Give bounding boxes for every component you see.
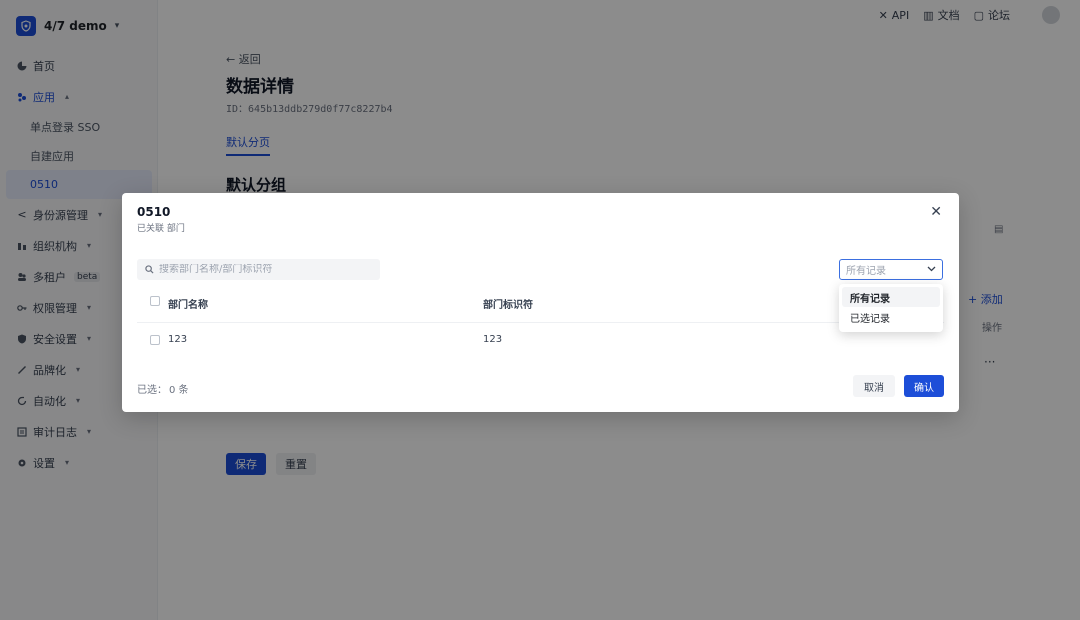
table-divider	[137, 322, 944, 323]
table-cell-dept-code: 123	[483, 334, 503, 345]
select-all-checkbox[interactable]	[150, 296, 160, 306]
cancel-button[interactable]: 取消	[853, 375, 895, 397]
table-cell-dept-name: 123	[168, 334, 188, 345]
dropdown-option-selected[interactable]: 已选记录	[842, 307, 940, 327]
row-checkbox[interactable]	[150, 335, 160, 345]
selected-count: 已选： 0 条	[137, 381, 189, 396]
confirm-button[interactable]: 确认	[904, 375, 944, 397]
column-header-dept-name: 部门名称	[168, 300, 208, 311]
record-filter-select[interactable]: 所有记录	[839, 259, 943, 280]
modal-subtitle: 已关联 部门	[137, 224, 185, 234]
selected-label: 已选：	[137, 385, 167, 396]
selected-value: 0 条	[169, 385, 189, 396]
filter-dropdown-menu: 所有记录 已选记录	[839, 284, 943, 332]
association-modal: 0510 已关联 部门 ✕ 所有记录 部门名称 部门标识符 123 123 已选…	[122, 193, 959, 412]
dropdown-option-all[interactable]: 所有记录	[842, 287, 940, 307]
modal-title: 0510	[137, 205, 171, 219]
close-icon[interactable]: ✕	[930, 204, 942, 220]
column-header-dept-code: 部门标识符	[483, 300, 533, 311]
chevron-down-icon	[927, 264, 936, 275]
search-input[interactable]	[159, 264, 369, 275]
search-box	[137, 259, 380, 280]
search-icon	[145, 263, 154, 277]
filter-value: 所有记录	[846, 266, 886, 277]
